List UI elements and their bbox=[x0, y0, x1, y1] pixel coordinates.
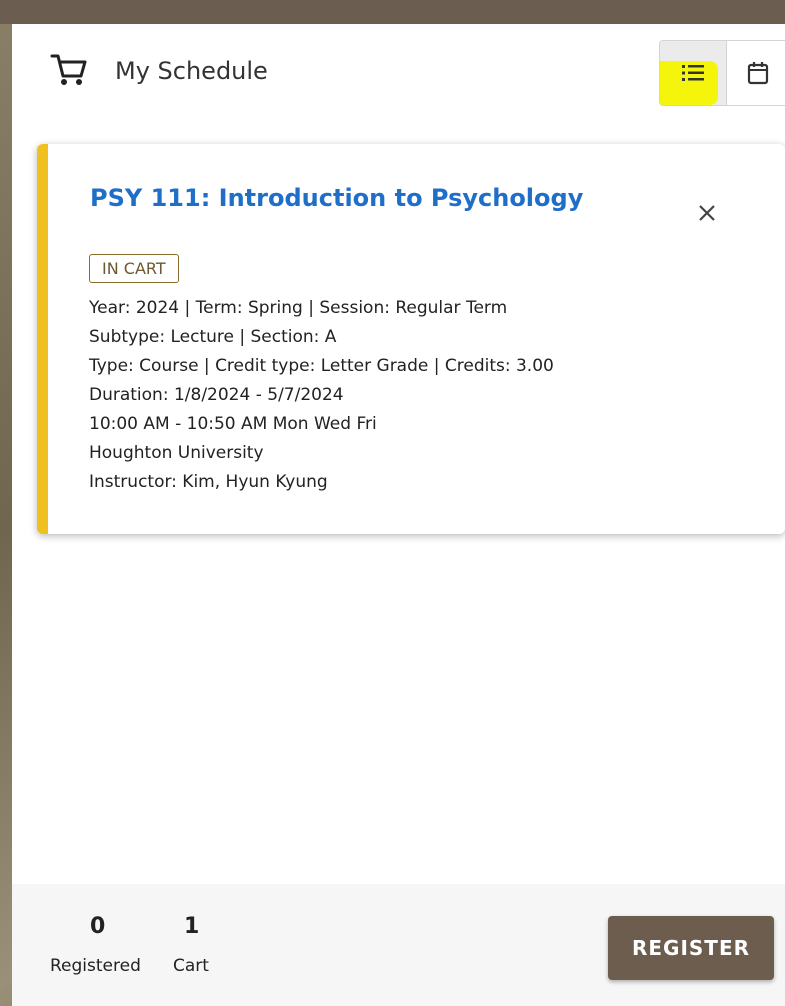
course-details: Year: 2024 | Term: Spring | Session: Reg… bbox=[89, 294, 554, 497]
view-toggle bbox=[659, 40, 785, 106]
status-badge: IN CART bbox=[89, 254, 179, 283]
register-button[interactable]: REGISTER bbox=[608, 916, 774, 980]
page-title: My Schedule bbox=[115, 57, 268, 85]
schedule-footer: 0 Registered 1 Cart REGISTER bbox=[12, 884, 785, 1006]
calendar-icon bbox=[747, 62, 769, 85]
cart-count: 1 bbox=[184, 914, 200, 939]
list-view-button[interactable] bbox=[660, 41, 726, 105]
detail-subtype-section: Subtype: Lecture | Section: A bbox=[89, 327, 337, 347]
shopping-cart-icon bbox=[50, 54, 87, 85]
course-card: PSY 111: Introduction to Psychology IN C… bbox=[37, 144, 785, 534]
detail-location: Houghton University bbox=[89, 443, 264, 463]
registered-count: 0 bbox=[90, 914, 106, 939]
detail-type-credits: Type: Course | Credit type: Letter Grade… bbox=[89, 356, 554, 376]
detail-year-term: Year: 2024 | Term: Spring | Session: Reg… bbox=[89, 298, 508, 318]
cart-label: Cart bbox=[173, 956, 209, 976]
schedule-panel: My Schedule PSY 111: Introduction to Psy… bbox=[12, 24, 785, 1006]
detail-meeting-time: 10:00 AM - 10:50 AM Mon Wed Fri bbox=[89, 414, 377, 434]
list-view-icon bbox=[682, 65, 704, 81]
registered-label: Registered bbox=[50, 956, 141, 976]
detail-duration: Duration: 1/8/2024 - 5/7/2024 bbox=[89, 385, 344, 405]
panel-header: My Schedule bbox=[12, 24, 785, 124]
detail-instructor: Instructor: Kim, Hyun Kyung bbox=[89, 472, 328, 492]
top-bar bbox=[0, 0, 785, 24]
remove-course-button[interactable] bbox=[693, 199, 721, 227]
course-title[interactable]: PSY 111: Introduction to Psychology bbox=[90, 184, 583, 212]
close-icon bbox=[699, 205, 715, 221]
calendar-view-button[interactable] bbox=[726, 41, 785, 105]
